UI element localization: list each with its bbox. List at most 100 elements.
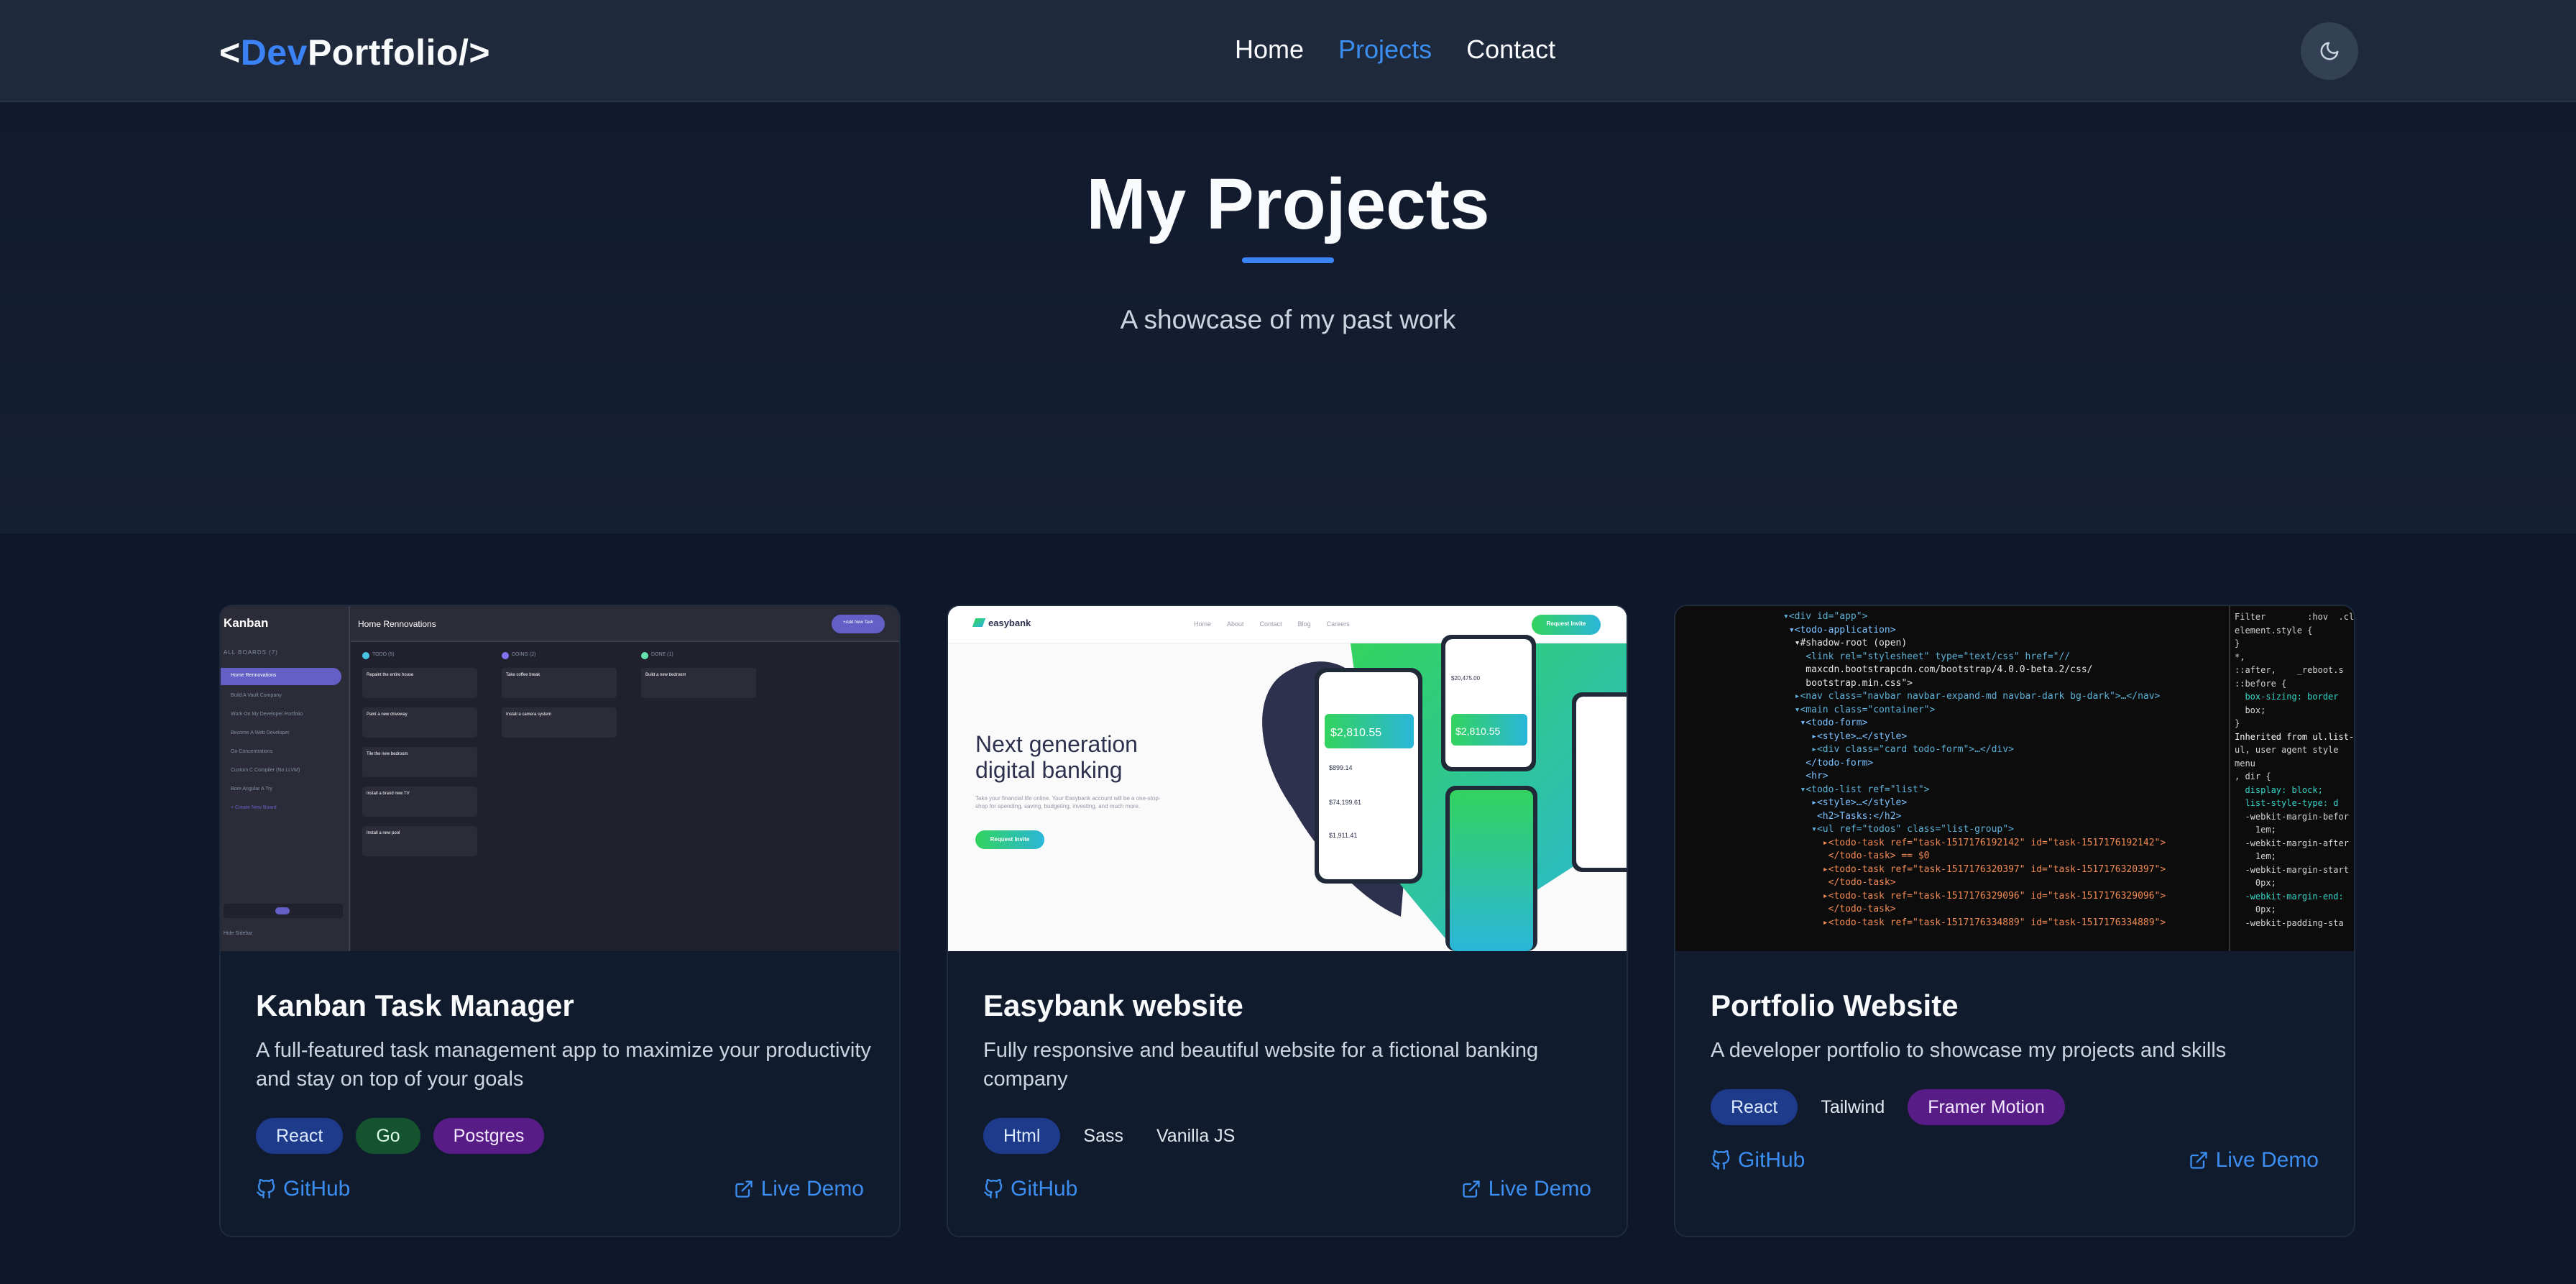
project-description: A developer portfolio to showcase my pro… xyxy=(1711,1039,2227,1062)
code-line: </todo-task> xyxy=(1783,904,1896,914)
style-line: Inherited from ul.list- xyxy=(2235,731,2355,742)
project-links: GitHub Live Demo xyxy=(983,1177,1591,1201)
github-icon xyxy=(257,1179,275,1198)
page-subtitle: A showcase of my past work xyxy=(1120,305,1456,334)
kanban-header: Home Rennovations +Add New Task xyxy=(351,606,899,642)
project-card-portfolio: ▾<div id="app"> ▾<todo-application> ▾#sh… xyxy=(1674,605,2355,1237)
project-description: Fully responsive and beautiful website f… xyxy=(983,1039,1539,1091)
code-line: <link rel="stylesheet" type="text/css" h… xyxy=(1783,651,2071,662)
tech-tag: Postgres xyxy=(433,1118,545,1154)
nav-links: Home Projects Contact xyxy=(1235,35,1555,65)
style-line: } xyxy=(2235,718,2240,728)
project-links: GitHub Live Demo xyxy=(1711,1148,2319,1173)
project-links: GitHub Live Demo xyxy=(256,1177,864,1201)
live-demo-link[interactable]: Live Demo xyxy=(734,1177,864,1201)
project-title: Portfolio Website xyxy=(1711,989,1959,1022)
style-line: menu xyxy=(2235,758,2255,769)
code-line: </todo-task> == $0 xyxy=(1783,850,1930,861)
page-title: My Projects xyxy=(1086,164,1490,244)
title-underline xyxy=(1242,257,1334,263)
style-line: 1em; xyxy=(2235,825,2276,835)
style-line: -webkit-margin-after xyxy=(2235,838,2349,848)
code-line: <hr> xyxy=(1783,771,1828,781)
project-card-easybank: easybank Home About Contact Blog Careers Req… xyxy=(947,605,1628,1237)
style-line: , dir { xyxy=(2235,771,2271,781)
code-line: ▾<div id="app"> xyxy=(1783,611,1868,622)
style-line: element.style { xyxy=(2235,625,2313,636)
code-line: </todo-task> xyxy=(1783,877,1896,888)
nav-link-projects[interactable]: Projects xyxy=(1338,35,1432,65)
kanban-board: TODO (5) Repaint the entire house Paint … xyxy=(351,642,899,951)
code-line: ▸<div class="card todo-form">…</div> xyxy=(1783,744,2014,755)
style-line: display: block; xyxy=(2235,784,2323,795)
style-line: list-style-type: d xyxy=(2235,798,2339,808)
tech-tags: React Go Postgres xyxy=(256,1118,545,1154)
style-line: ::after, _reboot.s xyxy=(2235,665,2344,675)
style-line: -webkit-margin-end: xyxy=(2235,891,2344,902)
code-line: maxcdn.bootstrapcdn.com/bootstrap/4.0.0-… xyxy=(1783,664,2093,675)
tech-tag: React xyxy=(1711,1089,1798,1125)
github-link[interactable]: GitHub xyxy=(1711,1148,1805,1173)
style-line: box-sizing: border xyxy=(2235,692,2339,702)
code-line: ▾<ul ref="todos" class="list-group"> xyxy=(1783,824,2014,835)
tech-tag: Html xyxy=(983,1118,1061,1154)
code-line: </todo-form> xyxy=(1783,757,1874,769)
tech-tag: Sass xyxy=(1083,1126,1123,1146)
hero-section: My Projects A showcase of my past work xyxy=(0,102,2576,533)
navbar: <DevPortfolio/> Home Projects Contact xyxy=(0,0,2576,102)
code-line: ▸<style>…</style> xyxy=(1783,797,1908,808)
tech-tags: React Tailwind Framer Motion xyxy=(1711,1089,2065,1125)
nav-link-contact[interactable]: Contact xyxy=(1466,35,1555,65)
github-link[interactable]: GitHub xyxy=(256,1177,350,1201)
code-line: ▾<todo-application> xyxy=(1783,624,1896,636)
styles-pane: Filter :hov .cl element.style {} *,::after… xyxy=(2235,610,2355,930)
style-line: 0px; xyxy=(2235,904,2276,914)
style-line: ul, user agent style xyxy=(2235,745,2339,755)
code-preview: ▾<div id="app"> ▾<todo-application> ▾#sh… xyxy=(1783,610,2250,930)
external-link-icon xyxy=(1462,1180,1480,1198)
code-line: ▾<main class="container"> xyxy=(1783,704,1936,715)
tech-tag: Tailwind xyxy=(1821,1097,1885,1117)
code-line: ▸<style>…</style> xyxy=(1783,730,1908,742)
live-demo-link[interactable]: Live Demo xyxy=(2189,1148,2319,1173)
style-line: } xyxy=(2235,638,2240,648)
nav-link-home[interactable]: Home xyxy=(1235,35,1304,65)
project-preview-kanban[interactable]: Kanban ALL BOARDS (7) Home Rennovations … xyxy=(221,606,899,951)
code-line: ▸<todo-task ref="task-1517176334889" id=… xyxy=(1783,917,2166,928)
live-demo-link[interactable]: Live Demo xyxy=(1461,1177,1591,1201)
style-line: box; xyxy=(2235,705,2266,715)
code-line: ▸<todo-task ref="task-1517176320397" id=… xyxy=(1783,863,2166,875)
external-link-icon xyxy=(735,1180,753,1198)
style-line: *, xyxy=(2235,651,2245,662)
tech-tag: Vanilla JS xyxy=(1156,1126,1236,1146)
project-title: Kanban Task Manager xyxy=(256,989,574,1022)
tech-tag: React xyxy=(256,1118,344,1154)
project-preview-easybank[interactable]: easybank Home About Contact Blog Careers Req… xyxy=(948,606,1627,951)
code-line: ▾#shadow-root (open) xyxy=(1783,638,1908,648)
external-link-icon xyxy=(2189,1152,2207,1169)
project-card-kanban: Kanban ALL BOARDS (7) Home Rennovations … xyxy=(219,605,901,1237)
site-logo[interactable]: <DevPortfolio/> xyxy=(219,32,490,73)
style-line: -webkit-margin-start xyxy=(2235,864,2349,875)
theme-toggle-button[interactable] xyxy=(2301,22,2358,80)
style-line: ::before { xyxy=(2235,678,2287,689)
github-icon xyxy=(984,1179,1003,1198)
kanban-sidebar: Kanban ALL BOARDS (7) Home Rennovations … xyxy=(221,606,350,951)
style-line: Filter :hov .cl xyxy=(2235,612,2355,622)
style-line: 0px; xyxy=(2235,878,2276,888)
project-preview-portfolio[interactable]: ▾<div id="app"> ▾<todo-application> ▾#sh… xyxy=(1675,606,2355,951)
code-line: ▸<nav class="navbar navbar-expand-md nav… xyxy=(1783,691,2161,702)
project-title: Easybank website xyxy=(983,989,1243,1022)
github-link[interactable]: GitHub xyxy=(983,1177,1077,1201)
style-line: -webkit-padding-sta xyxy=(2235,917,2344,928)
code-line: ▾<todo-list ref="list"> xyxy=(1783,784,1930,795)
github-icon xyxy=(1711,1150,1730,1170)
code-line: ▸<todo-task ref="task-1517176192142" id=… xyxy=(1783,837,2166,848)
code-line: bootstrap.min.css"> xyxy=(1783,677,1913,689)
code-line: ▸<todo-task ref="task-1517176329096" id=… xyxy=(1783,890,2166,902)
tech-tag: Go xyxy=(356,1118,420,1154)
tech-tag: Framer Motion xyxy=(1908,1089,2065,1125)
style-line: -webkit-margin-befor xyxy=(2235,811,2349,822)
style-line: 1em; xyxy=(2235,851,2276,861)
moon-icon xyxy=(2320,42,2339,60)
